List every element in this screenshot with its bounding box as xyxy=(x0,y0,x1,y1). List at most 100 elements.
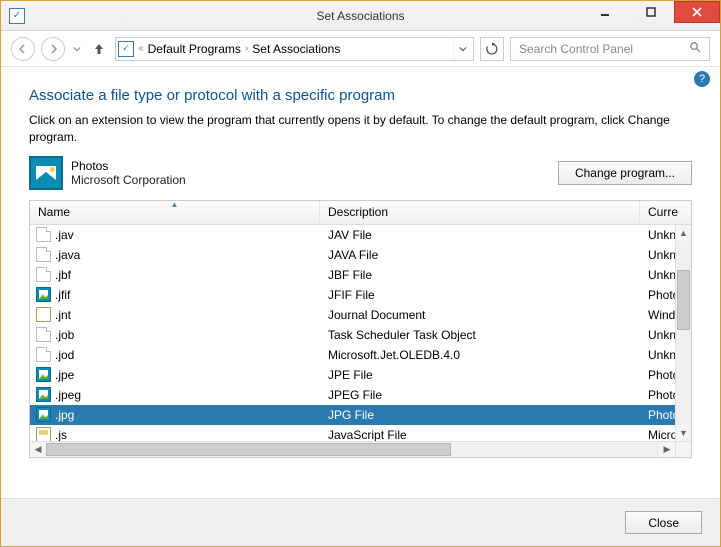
cell-current-default: Unkno xyxy=(640,268,675,282)
up-button[interactable] xyxy=(89,42,109,56)
close-window-button[interactable] xyxy=(674,1,720,23)
table-row[interactable]: .jpgJPG FilePhoto xyxy=(30,405,675,425)
dialog-footer: Close xyxy=(1,498,720,546)
chevron-down-icon xyxy=(459,45,467,53)
close-button[interactable]: Close xyxy=(625,511,702,534)
col-header-name[interactable]: Name ▲ xyxy=(30,201,320,224)
file-extension: .jfif xyxy=(55,288,70,302)
image-file-icon xyxy=(36,367,51,382)
control-panel-icon: ✓ xyxy=(118,41,134,57)
cell-current-default: Micro xyxy=(640,428,675,441)
col-header-description[interactable]: Description xyxy=(320,201,640,224)
cell-current-default: Photo xyxy=(640,368,675,382)
file-extension: .jbf xyxy=(55,268,71,282)
horizontal-scrollbar[interactable]: ◀ ▶ xyxy=(30,441,691,457)
scroll-down-button[interactable]: ▼ xyxy=(676,425,691,441)
cell-name: .jav xyxy=(30,227,320,242)
generic-file-icon xyxy=(36,347,51,362)
table-row[interactable]: .jfifJFIF FilePhoto xyxy=(30,285,675,305)
help-button[interactable]: ? xyxy=(694,71,710,87)
table-row[interactable]: .jobTask Scheduler Task ObjectUnkno xyxy=(30,325,675,345)
search-icon xyxy=(689,41,703,56)
page-title: Associate a file type or protocol with a… xyxy=(29,87,692,104)
scroll-up-button[interactable]: ▲ xyxy=(676,225,691,241)
table-row[interactable]: .javJAV FileUnkno xyxy=(30,225,675,245)
cell-current-default: Photo xyxy=(640,388,675,402)
cell-name: .js xyxy=(30,427,320,441)
refresh-button[interactable] xyxy=(480,37,504,61)
maximize-icon xyxy=(646,7,656,17)
arrow-left-icon xyxy=(18,44,28,54)
scroll-track-horizontal[interactable] xyxy=(46,442,659,457)
close-icon xyxy=(692,7,702,17)
cell-description: Journal Document xyxy=(320,308,640,322)
table-row[interactable]: .jsJavaScript FileMicro xyxy=(30,425,675,441)
image-file-icon xyxy=(36,407,51,422)
back-button[interactable] xyxy=(11,37,35,61)
address-dropdown-button[interactable] xyxy=(453,38,471,60)
cell-name: .jod xyxy=(30,347,320,362)
cell-current-default: Unkno xyxy=(640,228,675,242)
cell-name: .java xyxy=(30,247,320,262)
minimize-icon xyxy=(600,7,610,17)
file-extension: .jod xyxy=(55,348,74,362)
page-subtext: Click on an extension to view the progra… xyxy=(29,112,692,146)
refresh-icon xyxy=(486,43,498,55)
scroll-left-button[interactable]: ◀ xyxy=(30,442,46,457)
cell-description: JPEG File xyxy=(320,388,640,402)
content-area: ? Associate a file type or protocol with… xyxy=(1,67,720,497)
title-bar: ✓ Set Associations xyxy=(1,1,720,31)
col-header-current[interactable]: Curre xyxy=(640,201,691,224)
jnt-file-icon xyxy=(36,307,51,322)
table-row[interactable]: .jpeJPE FilePhoto xyxy=(30,365,675,385)
table-row[interactable]: .jntJournal DocumentWinde xyxy=(30,305,675,325)
current-association-row: Photos Microsoft Corporation Change prog… xyxy=(29,156,692,190)
cell-current-default: Winde xyxy=(640,308,675,322)
image-file-icon xyxy=(36,287,51,302)
file-extension: .jpeg xyxy=(55,388,81,402)
minimize-button[interactable] xyxy=(582,1,628,23)
breadcrumb-seg-2[interactable]: Set Associations xyxy=(252,42,340,56)
navigation-row: ✓ « Default Programs › Set Associations xyxy=(1,31,720,67)
recent-locations-button[interactable] xyxy=(71,45,83,53)
current-association-text: Photos Microsoft Corporation xyxy=(71,159,186,187)
generic-file-icon xyxy=(36,267,51,282)
forward-button[interactable] xyxy=(41,37,65,61)
cell-description: JAV File xyxy=(320,228,640,242)
cell-description: JBF File xyxy=(320,268,640,282)
arrow-up-icon xyxy=(92,42,106,56)
maximize-button[interactable] xyxy=(628,1,674,23)
js-file-icon xyxy=(36,427,51,441)
search-box[interactable] xyxy=(510,37,710,61)
cell-current-default: Unkno xyxy=(640,248,675,262)
cell-name: .jnt xyxy=(30,307,320,322)
scroll-thumb-vertical[interactable] xyxy=(677,270,690,330)
change-program-button[interactable]: Change program... xyxy=(558,161,692,185)
table-body: .javJAV FileUnkno.javaJAVA FileUnkno.jbf… xyxy=(30,225,691,441)
scroll-thumb-horizontal[interactable] xyxy=(46,443,451,456)
cell-name: .jpe xyxy=(30,367,320,382)
cell-current-default: Unkno xyxy=(640,328,675,342)
file-extension: .jpg xyxy=(55,408,74,422)
sort-asc-icon: ▲ xyxy=(171,200,179,209)
photos-app-icon xyxy=(29,156,63,190)
cell-description: JAVA File xyxy=(320,248,640,262)
file-extension: .js xyxy=(55,428,67,441)
search-input[interactable] xyxy=(517,41,689,57)
app-publisher: Microsoft Corporation xyxy=(71,173,186,187)
generic-file-icon xyxy=(36,227,51,242)
table-row[interactable]: .jodMicrosoft.Jet.OLEDB.4.0Unkno xyxy=(30,345,675,365)
scroll-corner xyxy=(675,442,691,457)
cell-description: JFIF File xyxy=(320,288,640,302)
table-row[interactable]: .jpeg JPEG FilePhoto xyxy=(30,385,675,405)
vertical-scrollbar[interactable]: ▲ ▼ xyxy=(675,225,691,441)
table-row[interactable]: .jbf JBF FileUnkno xyxy=(30,265,675,285)
breadcrumb-seg-1[interactable]: Default Programs xyxy=(148,42,241,56)
address-bar[interactable]: ✓ « Default Programs › Set Associations xyxy=(115,37,474,61)
cell-description: Microsoft.Jet.OLEDB.4.0 xyxy=(320,348,640,362)
arrow-right-icon xyxy=(48,44,58,54)
table-header: Name ▲ Description Curre xyxy=(30,201,691,225)
file-extension: .job xyxy=(55,328,74,342)
scroll-right-button[interactable]: ▶ xyxy=(659,442,675,457)
table-row[interactable]: .javaJAVA FileUnkno xyxy=(30,245,675,265)
